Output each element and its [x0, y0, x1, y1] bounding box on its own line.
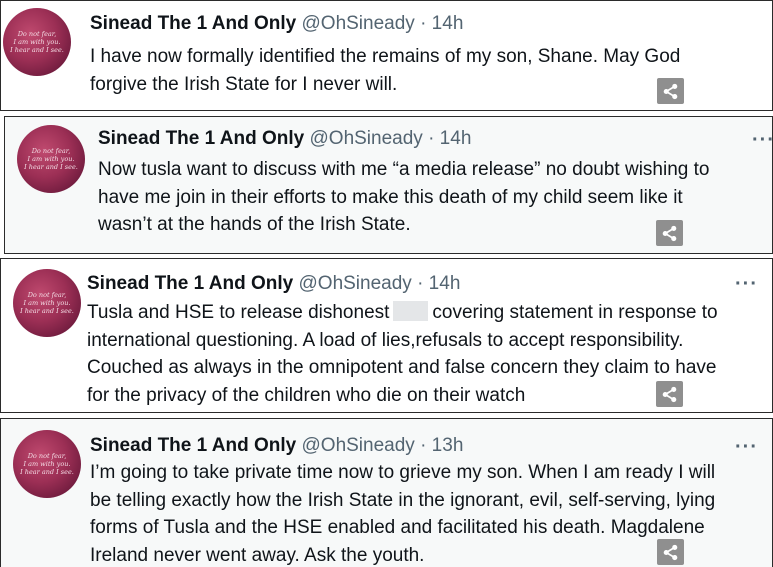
author-handle-time[interactable]: @OhSineady · 14h [302, 13, 464, 34]
author-name[interactable]: Sinead The 1 And Only [98, 128, 304, 149]
author-name[interactable]: Sinead The 1 And Only [90, 435, 296, 456]
share-icon [662, 386, 677, 402]
tweet-text: Now tusla want to discuss with me “a med… [98, 159, 710, 235]
tweet-card-3[interactable]: Do not fear, I am with you. I hear and I… [0, 258, 773, 413]
avatar-quote: Do not fear, I am with you. I hear and I… [20, 291, 74, 315]
avatar[interactable]: Do not fear, I am with you. I hear and I… [17, 125, 85, 193]
author-name[interactable]: Sinead The 1 And Only [87, 273, 293, 294]
more-options-icon[interactable]: ··· [735, 437, 758, 457]
tweet-header: Sinead The 1 And Only @OhSineady · 14h [90, 12, 463, 36]
tweet-text: I’m going to take private time now to gr… [90, 462, 716, 566]
tweet-header: Sinead The 1 And Only @OhSineady · 13h [90, 434, 463, 458]
tweet-card-2[interactable]: Do not fear, I am with you. I hear and I… [4, 116, 773, 254]
author-handle-time[interactable]: @OhSineady · 14h [310, 128, 472, 149]
avatar[interactable]: Do not fear, I am with you. I hear and I… [3, 8, 71, 76]
avatar-quote: Do not fear, I am with you. I hear and I… [20, 452, 74, 476]
more-options-icon[interactable]: ··· [735, 274, 758, 294]
tweet-card-1[interactable]: Do not fear, I am with you. I hear and I… [0, 0, 773, 111]
author-handle-time[interactable]: @OhSineady · 13h [302, 435, 464, 456]
tweet-header: Sinead The 1 And Only @OhSineady · 14h [87, 272, 460, 296]
author-handle-time[interactable]: @OhSineady · 14h [299, 273, 461, 294]
share-icon [662, 225, 677, 241]
redacted-word [393, 301, 429, 321]
share-icon [663, 544, 678, 560]
share-button[interactable] [657, 539, 684, 565]
tweet-text: Tusla and HSE to release dishonest coveri… [87, 301, 718, 406]
more-options-icon[interactable]: ··· [752, 130, 772, 150]
share-button[interactable] [656, 381, 683, 407]
avatar[interactable]: Do not fear, I am with you. I hear and I… [13, 430, 81, 498]
share-icon [663, 83, 678, 99]
avatar-quote: Do not fear, I am with you. I hear and I… [24, 147, 78, 171]
avatar[interactable]: Do not fear, I am with you. I hear and I… [13, 269, 81, 337]
author-name[interactable]: Sinead The 1 And Only [90, 13, 296, 34]
tweet-header: Sinead The 1 And Only @OhSineady · 14h [98, 127, 471, 151]
tweet-card-4[interactable]: Do not fear, I am with you. I hear and I… [0, 418, 773, 567]
avatar-quote: Do not fear, I am with you. I hear and I… [10, 30, 64, 54]
share-button[interactable] [656, 220, 683, 246]
share-button[interactable] [657, 78, 684, 104]
tweet-text: I have now formally identified the remai… [90, 46, 681, 95]
